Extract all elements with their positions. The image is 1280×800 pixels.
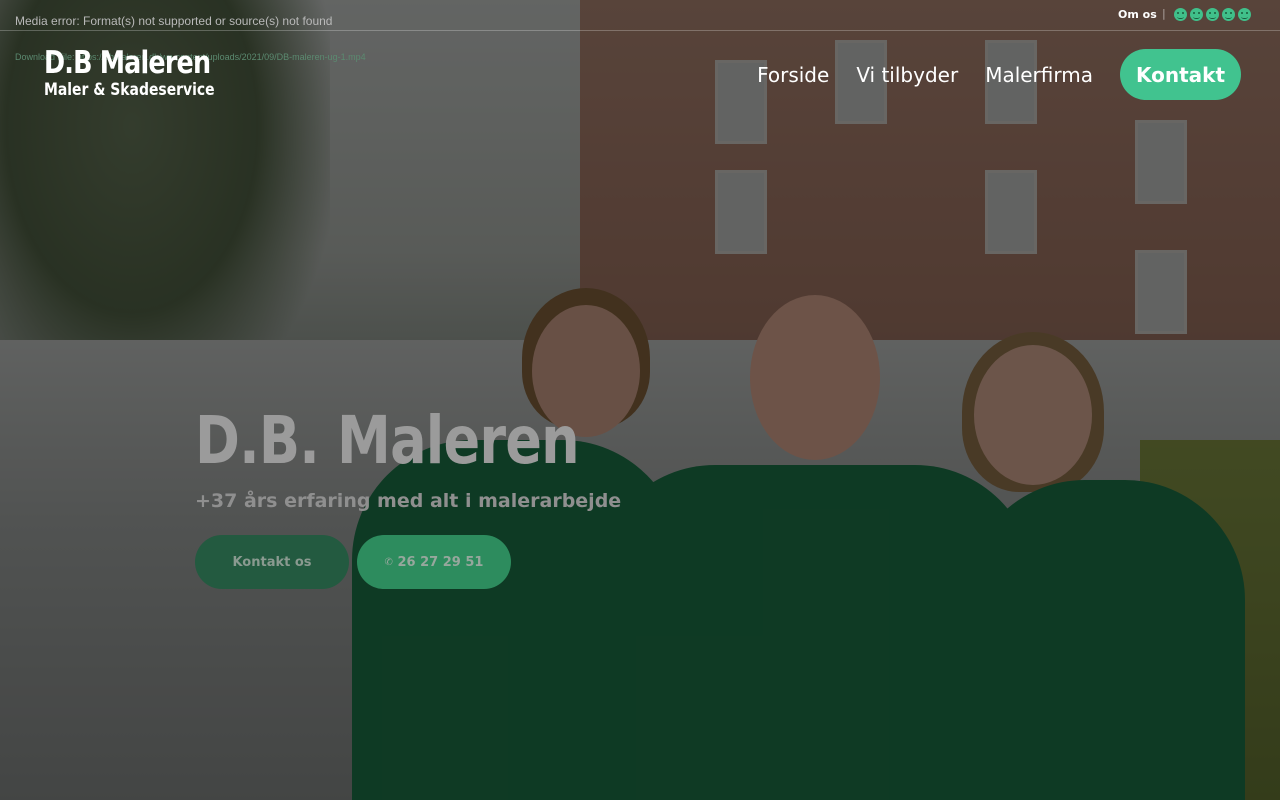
om-os-link[interactable]: Om os xyxy=(1118,8,1157,21)
smiley-icon xyxy=(1174,8,1187,21)
hero-subtitle: +37 års erfaring med alt i malerarbejde xyxy=(195,490,622,512)
logo-subtitle: Maler & Skadeservice xyxy=(44,80,215,100)
site-logo[interactable]: D.B Maleren Maler & Skadeservice xyxy=(44,46,252,100)
nav-item-forside[interactable]: Forside xyxy=(757,63,829,87)
phone-button[interactable]: ✆ 26 27 29 51 xyxy=(357,535,511,589)
smiley-icon xyxy=(1238,8,1251,21)
phone-number-label: 26 27 29 51 xyxy=(397,554,484,570)
hero-dark-overlay xyxy=(0,0,1280,800)
kontakt-os-button[interactable]: Kontakt os xyxy=(195,535,349,589)
main-nav: Forside Vi tilbyder Malerfirma Kontakt xyxy=(757,49,1241,100)
kontakt-button[interactable]: Kontakt xyxy=(1120,49,1241,100)
hero-title: D.B. Maleren xyxy=(195,402,580,479)
topbar-separator: | xyxy=(1162,7,1166,20)
nav-item-malerfirma[interactable]: Malerfirma xyxy=(985,63,1093,87)
smiley-icon xyxy=(1206,8,1219,21)
smiley-icon xyxy=(1222,8,1235,21)
smiley-icon xyxy=(1190,8,1203,21)
rating-icons xyxy=(1174,8,1251,21)
logo-title: D.B Maleren xyxy=(44,45,211,81)
top-bar: Media error: Format(s) not supported or … xyxy=(0,0,1280,31)
nav-item-vi-tilbyder[interactable]: Vi tilbyder xyxy=(856,63,958,87)
media-error-text: Media error: Format(s) not supported or … xyxy=(15,14,333,28)
phone-icon: ✆ xyxy=(384,556,393,568)
kontakt-os-label: Kontakt os xyxy=(232,554,312,570)
